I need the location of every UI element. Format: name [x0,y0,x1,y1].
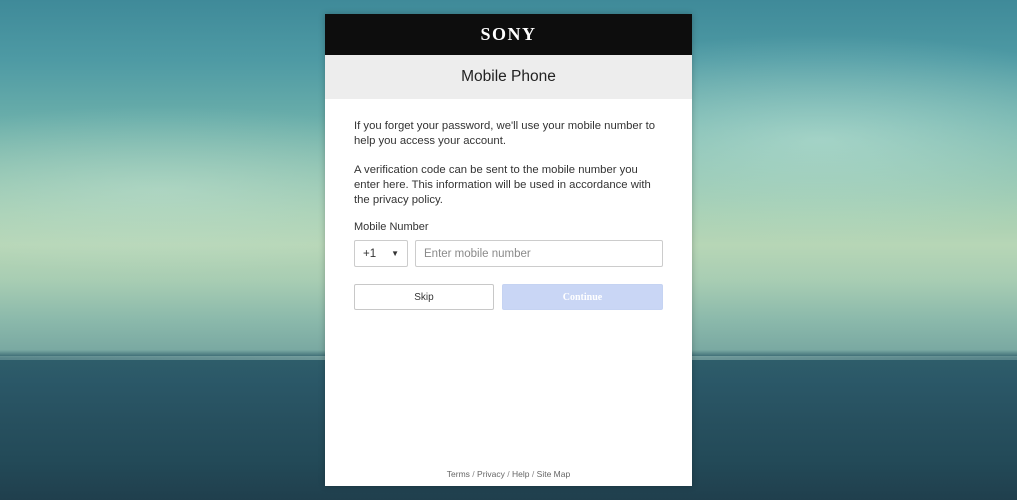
footer-separator: / [531,469,535,479]
country-code-select[interactable]: +1 ▼ [354,240,408,267]
page-title: Mobile Phone [461,68,556,85]
site-map-link[interactable]: Site Map [537,469,571,479]
skip-button[interactable]: Skip [354,284,494,310]
terms-link[interactable]: Terms [447,469,470,479]
mobile-number-row: +1 ▼ [354,240,663,267]
signin-card: SONY Mobile Phone If you forget your pas… [325,14,692,486]
footer-separator: / [472,469,475,479]
password-help-text: If you forget your password, we'll use y… [354,120,656,147]
sony-logo: SONY [480,24,537,44]
footer-separator: / [507,469,510,479]
footer-links: Terms / Privacy / Help / Site Map [325,469,692,479]
chevron-down-icon: ▼ [391,249,399,258]
continue-button[interactable]: Continue [502,284,663,310]
mobile-number-input[interactable] [415,240,663,267]
brand-header: SONY [325,14,692,55]
mobile-number-label: Mobile Number [354,221,429,233]
skip-button-label: Skip [414,291,434,303]
privacy-link[interactable]: Privacy [477,469,505,479]
country-code-value: +1 [363,247,377,260]
action-buttons: Skip Continue [354,284,663,310]
title-bar: Mobile Phone [325,55,692,99]
help-link[interactable]: Help [512,469,529,479]
continue-button-label: Continue [562,291,603,303]
form-content: If you forget your password, we'll use y… [325,99,692,310]
verification-info-text: A verification code can be sent to the m… [354,164,651,206]
